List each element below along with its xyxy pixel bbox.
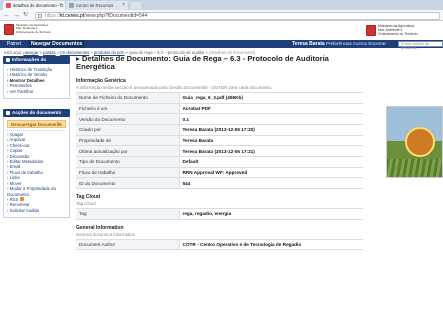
breadcrumb-link[interactable]: pastas [43, 50, 55, 55]
download-arrow-icon: ➘ [55, 121, 61, 128]
ministry-logo-right: Ministério da Agricultura, Mar, Ambiente… [366, 24, 443, 38]
url-path: /view.php?fDocumentId=544 [84, 12, 148, 19]
minus-icon[interactable] [6, 110, 10, 115]
general-information-table: Document Author COTR - Centro Operativo e… [76, 238, 363, 251]
nav-item-painel[interactable]: Painel [4, 40, 24, 48]
section-title-general: Informação Genérica [76, 77, 126, 84]
breadcrumb-link[interactable]: navegar [23, 50, 38, 55]
section-title-tagcloud: Tag Cloud [76, 194, 101, 200]
table-row: Ficheiro é um Acrobat PDF [76, 102, 363, 115]
breadcrumb-prefix: está aqui: [4, 49, 23, 55]
sidebar-info-list: › Histórico de Transição › Histórico de … [3, 64, 70, 100]
browser-tab-active[interactable]: detalhes de documento - G × [3, 1, 65, 10]
table-row: Tipo de Documento Default [76, 155, 363, 168]
sidebar-actions-list: Descarregar Documento ➘ › Apagar › Arqui… [3, 117, 70, 219]
sidebar-item-ver-partilhar[interactable]: › Ver Partilhar [7, 89, 66, 94]
tab-label: Centro de Recursos [76, 3, 114, 8]
main-content: ▸ Detalhes de Documento: Guia de Rega – … [76, 54, 363, 251]
tab-label: detalhes de documento - G [13, 3, 64, 8]
irrigation-emblem-icon [405, 127, 435, 157]
new-tab-button[interactable] [131, 2, 141, 9]
table-row: Document Author COTR - Centro Operativo e… [76, 238, 363, 251]
section-title-general-information: General Information [76, 224, 124, 231]
nav-item-navegar-documentos[interactable]: Navegar Documentos [28, 40, 86, 48]
search-input[interactable]: Entrar critério de pesquisa... [398, 41, 443, 50]
table-row: Propriedade de Teresa Barata [76, 134, 363, 147]
section-desc-general-information: General document information [76, 231, 136, 237]
table-row: Versão do Documento 0.1 [76, 113, 363, 125]
favicon-icon [6, 3, 11, 8]
coat-of-arms-icon [4, 24, 14, 35]
back-icon[interactable]: ← [3, 11, 10, 20]
favicon-icon [69, 3, 74, 8]
document-preview-image[interactable] [386, 106, 443, 178]
url-host: kt.cenes.pt [60, 12, 85, 19]
logo-text: Ministério da Agricultura, Mar, Ambiente… [16, 23, 51, 34]
minus-icon[interactable] [6, 57, 10, 62]
section-desc-tagcloud: Tag Cloud [76, 201, 96, 206]
general-info-table: Nome de Ficheiro do Documento Guia_rega_6… [76, 91, 363, 189]
user-name[interactable]: Teresa Barata [292, 40, 325, 48]
main-navbar: Painel Navegar Documentos Teresa Barata … [0, 40, 443, 50]
browser-tab-inactive[interactable]: Centro de Recursos × [66, 1, 128, 10]
url-scheme: https:// [45, 12, 61, 19]
table-row: ID do Documento 544 [76, 177, 363, 189]
sidebar: Informações do documento › Histórico de … [3, 56, 70, 219]
close-tab-icon[interactable]: × [59, 2, 62, 8]
browser-tab-bar: detalhes de documento - G × Centro de Re… [0, 0, 443, 10]
coat-of-arms-icon [366, 25, 376, 36]
logo-text: Ministério da Agricultura, Mar, Ambiente… [378, 24, 418, 36]
table-row: Nome de Ficheiro do Documento Guia_rega_6… [76, 91, 363, 104]
table-row: Criado por Teresa Barata (2013-12-05 17:2… [76, 123, 363, 136]
table-row: Fluxo de trabalho RRN Approval WF: Approv… [76, 166, 363, 179]
page-title: ▸ Detalhes de Documento: Guia de Rega – … [76, 54, 329, 72]
download-document-button[interactable]: Descarregar Documento ➘ [7, 120, 66, 129]
ministry-logo-left: Ministério da Agricultura, Mar, Ambiente… [4, 23, 60, 36]
search-placeholder: Entrar critério de pesquisa... [401, 42, 430, 50]
forward-icon[interactable]: → [13, 11, 20, 20]
divider [7, 130, 66, 132]
site-header: Ministério da Agricultura, Mar, Ambiente… [0, 21, 443, 40]
nav-links[interactable]: Preferências Acerca Encerrar [326, 40, 386, 48]
address-bar: ← → ↻ https://kt.cenes.pt/view.php?fDocu… [0, 10, 443, 21]
section-desc-general: A informação nesta secção é armazenada p… [76, 84, 273, 90]
lock-icon [38, 13, 42, 18]
tag-cloud-table: Tag rega, regadio, energia [76, 208, 363, 220]
sidebar-header-info: Informações do documento [3, 56, 70, 70]
sidebar-header-actions: Acções do documento [3, 109, 70, 118]
reload-icon[interactable]: ↻ [23, 11, 28, 20]
close-tab-icon[interactable]: × [122, 2, 125, 8]
table-row: Última actualização por Teresa Barata (20… [76, 145, 363, 157]
table-row: Tag rega, regadio, energia [76, 208, 363, 220]
action-solicitar-auditia[interactable]: › Solicitar Auditia [7, 208, 66, 213]
url-input[interactable]: https://kt.cenes.pt/view.php?fDocumentId… [35, 11, 440, 20]
rss-icon [19, 196, 24, 201]
action-mudar-propriedade[interactable]: › Mudar a Propriedade do Documento [7, 186, 66, 197]
